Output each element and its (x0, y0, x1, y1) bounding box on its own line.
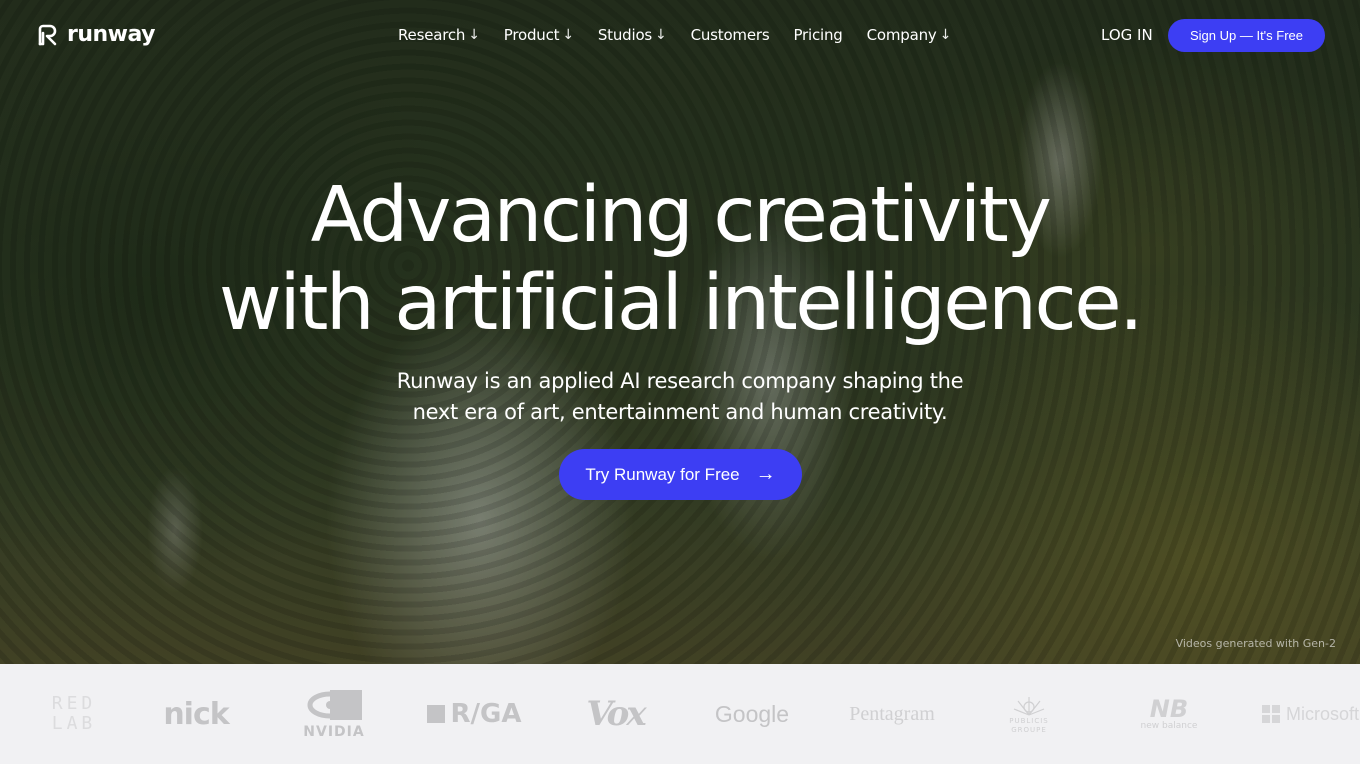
nav-label: Product (503, 26, 560, 44)
logo-pentagram: Pentagram (849, 702, 935, 725)
logo-google: Google (714, 700, 790, 727)
cta-label: Try Runway for Free (585, 464, 740, 484)
nav-item-customers[interactable]: Customers (691, 26, 770, 44)
main-menu: Research ↓ Product ↓ Studios ↓ Customers… (398, 26, 951, 44)
login-link[interactable]: LOG IN (1101, 26, 1153, 44)
logo-rga: R/GA (426, 664, 522, 764)
nav-label: Research (398, 26, 466, 44)
logo-new-balance: NB new balance (1134, 664, 1204, 764)
arrow-down-icon: ↓ (562, 27, 574, 43)
signup-button[interactable]: Sign Up — It's Free (1168, 19, 1325, 52)
microsoft-wordmark: Microsoft (1286, 703, 1360, 724)
logo-nick: nick (163, 696, 229, 732)
customer-logos-strip: RED LAB nick NVIDIA R/GA Vox Google Pent… (0, 664, 1360, 764)
nav-item-pricing[interactable]: Pricing (793, 26, 842, 44)
nav-label: Studios (597, 26, 653, 44)
subtitle-line-1: Runway is an applied AI research company… (396, 369, 964, 393)
arrow-down-icon: ↓ (939, 27, 952, 43)
red-lab-line-2: LAB (51, 713, 97, 734)
nav-item-studios[interactable]: Studios ↓ (598, 26, 667, 44)
rga-wordmark: R/GA (450, 699, 522, 729)
publicis-lion-icon (1013, 697, 1045, 716)
nav-item-product[interactable]: Product ↓ (504, 26, 574, 44)
nav-label: Customers (690, 26, 770, 44)
publicis-line-1: PUBLICIS (1009, 717, 1049, 725)
runway-logo-link[interactable]: runway (36, 22, 156, 47)
logo-vox: Vox (586, 694, 646, 734)
red-lab-line-1: RED (51, 693, 97, 714)
logo-microsoft: Microsoft (1262, 664, 1360, 764)
arrow-down-icon: ↓ (655, 27, 667, 43)
nvidia-wordmark: NVIDIA (303, 724, 365, 740)
logo-publicis-groupe: PUBLICIS GROUPE (1004, 664, 1054, 764)
arrow-right-icon: → (755, 463, 776, 485)
rga-square (426, 705, 445, 723)
headline-line-1: Advancing creativity (310, 171, 1052, 260)
nav-label: Pricing (793, 26, 843, 44)
nvidia-eye-icon (307, 690, 362, 720)
arrow-down-icon: ↓ (468, 27, 480, 43)
nb-wordmark: new balance (1140, 721, 1198, 731)
headline-line-2: with artificial intelligence. (218, 259, 1144, 348)
logo-wordmark: runway (67, 22, 156, 47)
subtitle-line-2: next era of art, entertainment and human… (412, 400, 948, 424)
nav-item-company[interactable]: Company ↓ (867, 26, 952, 44)
hero-headline: Advancing creativity with artificial int… (0, 172, 1360, 348)
video-credit: Videos generated with Gen-2 (1175, 637, 1336, 650)
top-navigation: runway Research ↓ Product ↓ Studios ↓ Cu… (0, 0, 1360, 72)
hero-subtitle: Runway is an applied AI research company… (0, 366, 1360, 428)
nav-item-research[interactable]: Research ↓ (398, 26, 480, 44)
logo-nvidia: NVIDIA (296, 664, 372, 764)
runway-logo-icon (38, 24, 57, 45)
publicis-line-2: GROUPE (1011, 726, 1047, 734)
logo-red-lab: RED LAB (48, 664, 100, 764)
try-runway-button[interactable]: Try Runway for Free → (559, 449, 802, 500)
microsoft-grid-icon (1262, 705, 1280, 723)
nb-mark: NB (1149, 695, 1189, 723)
nav-label: Company (866, 26, 937, 44)
